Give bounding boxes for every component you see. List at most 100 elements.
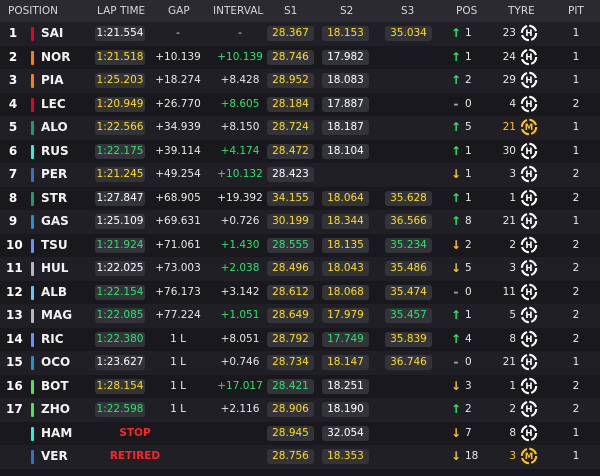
- table-row[interactable]: 4 LEC 1:20.949 +26.770 +8.605 28.184 17.887 -0 4…: [0, 92, 600, 117]
- table-row[interactable]: 10 TSU 1:21.924 +71.061 +1.430 28.555 18.135 35…: [0, 233, 600, 258]
- sector-2-time: 18.251: [322, 378, 369, 394]
- position-change: 2: [465, 238, 472, 251]
- driver-code[interactable]: BOT: [41, 375, 69, 399]
- table-row[interactable]: 17 ZHO 1:22.598 1 L +2.116 28.906 18.190 ↑ 2 2 H 2: [0, 398, 600, 422]
- lap-time: 1:22.154: [95, 284, 145, 300]
- driver-code[interactable]: ALB: [41, 281, 67, 305]
- table-row[interactable]: 6 RUS 1:22.175 +39.114 +4.174 28.472 18.104 ↑ 1 3…: [0, 139, 600, 164]
- position-number: 4: [8, 96, 18, 111]
- driver-code[interactable]: ALO: [41, 116, 68, 140]
- tyre-hard-icon: H: [520, 306, 538, 324]
- sector-1-time: 28.555: [267, 237, 314, 253]
- driver-code[interactable]: MAG: [41, 304, 72, 328]
- driver-code[interactable]: RIC: [41, 328, 64, 352]
- sector-2-time: 18.104: [322, 143, 369, 159]
- table-row[interactable]: 9 GAS 1:25.109 +69.631 +0.726 30.199 18.344 36.…: [0, 210, 600, 234]
- driver-code[interactable]: PIA: [41, 69, 64, 93]
- header-pos[interactable]: POS: [456, 0, 477, 22]
- tyre-hard-icon: H: [520, 24, 538, 42]
- position-change: 1: [465, 309, 472, 321]
- table-row[interactable]: 12 ALB 1:22.154 +76.173 +3.142 28.612 18.068 35…: [0, 280, 600, 305]
- header-interval[interactable]: INTERVAL: [213, 0, 263, 22]
- header-s1[interactable]: S1: [284, 0, 297, 22]
- driver-code[interactable]: NOR: [41, 46, 70, 70]
- header-position[interactable]: POSITION: [8, 0, 58, 22]
- driver-code[interactable]: HAM: [41, 422, 72, 446]
- table-row[interactable]: 8 STR 1:27.847 +68.905 +19.392 34.155 18.064 35…: [0, 186, 600, 211]
- interval-value: +19.392: [217, 191, 263, 204]
- timing-table: POSITION LAP TIME GAP INTERVAL S1 S2 S3 …: [0, 0, 600, 476]
- table-row[interactable]: 13 MAG 1:22.085 +77.224 +1.051 28.649 17.979 35…: [0, 304, 600, 328]
- interval-value: +17.017: [217, 379, 263, 392]
- gap-value: +71.061: [155, 238, 201, 251]
- table-row[interactable]: HAM STOP 28.945 32.054 ↓ 7 8 H 1: [0, 421, 600, 446]
- table-row[interactable]: 3 PIA 1:25.203 +18.274 +8.428 28.952 18.083 ↑ 2 2…: [0, 69, 600, 93]
- arrow-up-icon: ↑: [450, 190, 462, 205]
- table-row[interactable]: 1 SAI 1:21.554- -28.367 18.153 35.034 ↑ 1 23 H 1: [0, 22, 600, 46]
- lap-time: 1:21.554: [95, 26, 145, 41]
- position-number: 1: [8, 26, 18, 40]
- pit-count: 2: [572, 191, 580, 204]
- svg-text:H: H: [525, 194, 532, 204]
- table-row[interactable]: 7 PER 1:21.245 +49.254 +10.132 28.423 ↓ 1 3 H 2: [0, 163, 600, 187]
- gap-value: -: [176, 27, 180, 39]
- position-change: 3: [465, 379, 472, 392]
- table-row[interactable]: 11 HUL 1:22.025 +73.003 +2.038 28.496 18.043 35…: [0, 257, 600, 281]
- header-s2[interactable]: S2: [340, 0, 353, 22]
- driver-code[interactable]: LEC: [41, 93, 66, 117]
- driver-code[interactable]: STR: [41, 187, 67, 211]
- driver-code[interactable]: GAS: [41, 210, 69, 234]
- pit-count: 1: [572, 27, 580, 39]
- svg-text:H: H: [525, 53, 532, 63]
- svg-text:H: H: [525, 405, 532, 415]
- team-color-bar: [31, 168, 34, 182]
- tyre-hard-icon: H: [520, 236, 538, 253]
- header-gap[interactable]: GAP: [168, 0, 190, 22]
- driver-status: STOP: [119, 426, 151, 439]
- tyre-age: 23: [502, 27, 516, 39]
- team-color-bar: [31, 74, 34, 88]
- table-row[interactable]: 2 NOR 1:21.518 +10.139 +10.139 28.746 17.982 ↑ 1…: [0, 45, 600, 70]
- table-row[interactable]: 5 ALO 1:22.566 +34.939 +8.150 28.724 18.187 ↑ 5 2…: [0, 116, 600, 140]
- sector-1-time: 28.423: [267, 167, 314, 182]
- driver-code[interactable]: RUS: [41, 140, 69, 164]
- lap-time: 1:25.109: [95, 214, 145, 229]
- table-row[interactable]: 14 RIC 1:22.380 1 L +8.051 28.792 17.749 35.839…: [0, 327, 600, 352]
- driver-code[interactable]: VER: [41, 445, 68, 469]
- pit-count: 2: [572, 403, 580, 415]
- gap-value: +39.114: [155, 144, 201, 157]
- header-lap-time[interactable]: LAP TIME: [97, 0, 145, 22]
- header-pit[interactable]: PIT: [568, 0, 584, 22]
- sector-1-time: 28.746: [267, 49, 314, 65]
- sector-2-time: 17.982: [322, 49, 369, 65]
- tyre-age: 1: [509, 191, 516, 204]
- pit-count: 2: [572, 285, 580, 298]
- driver-code[interactable]: HUL: [41, 257, 68, 281]
- tyre-hard-icon: H: [520, 400, 538, 418]
- pit-count: 2: [572, 97, 580, 110]
- table-row[interactable]: VER RETIRED 28.756 18.353 ↓ 18 3 M 1: [0, 445, 600, 469]
- table-row[interactable]: 16 BOT 1:28.154 1 L +17.017 28.421 18.251 ↓ 3 1 H 2: [0, 374, 600, 399]
- header-tyre[interactable]: TYRE: [508, 0, 535, 22]
- sector-3-time: 35.034: [385, 26, 432, 41]
- svg-text:H: H: [525, 358, 532, 368]
- driver-code[interactable]: OCO: [41, 351, 70, 375]
- driver-code[interactable]: PER: [41, 163, 67, 187]
- sector-1-time: 28.496: [267, 261, 314, 276]
- pit-count: 1: [572, 450, 580, 462]
- interval-value: +0.726: [220, 215, 260, 227]
- driver-code[interactable]: SAI: [41, 22, 63, 46]
- tyre-hard-icon: H: [520, 212, 538, 230]
- pit-count: 1: [572, 356, 580, 368]
- interval-value: +8.150: [220, 121, 260, 133]
- interval-value: +10.132: [217, 168, 263, 180]
- table-row[interactable]: 15 OCO 1:23.627 1 L +0.746 28.734 18.147 36.746…: [0, 351, 600, 375]
- gap-value: +68.905: [155, 191, 201, 204]
- header-s3[interactable]: S3: [401, 0, 414, 22]
- table-header: POSITION LAP TIME GAP INTERVAL S1 S2 S3 …: [0, 0, 600, 22]
- arrow-down-icon: ↓: [450, 425, 462, 440]
- pit-count: 2: [572, 309, 580, 321]
- driver-code[interactable]: ZHO: [41, 398, 70, 422]
- driver-code[interactable]: TSU: [41, 234, 68, 258]
- svg-text:H: H: [525, 170, 532, 180]
